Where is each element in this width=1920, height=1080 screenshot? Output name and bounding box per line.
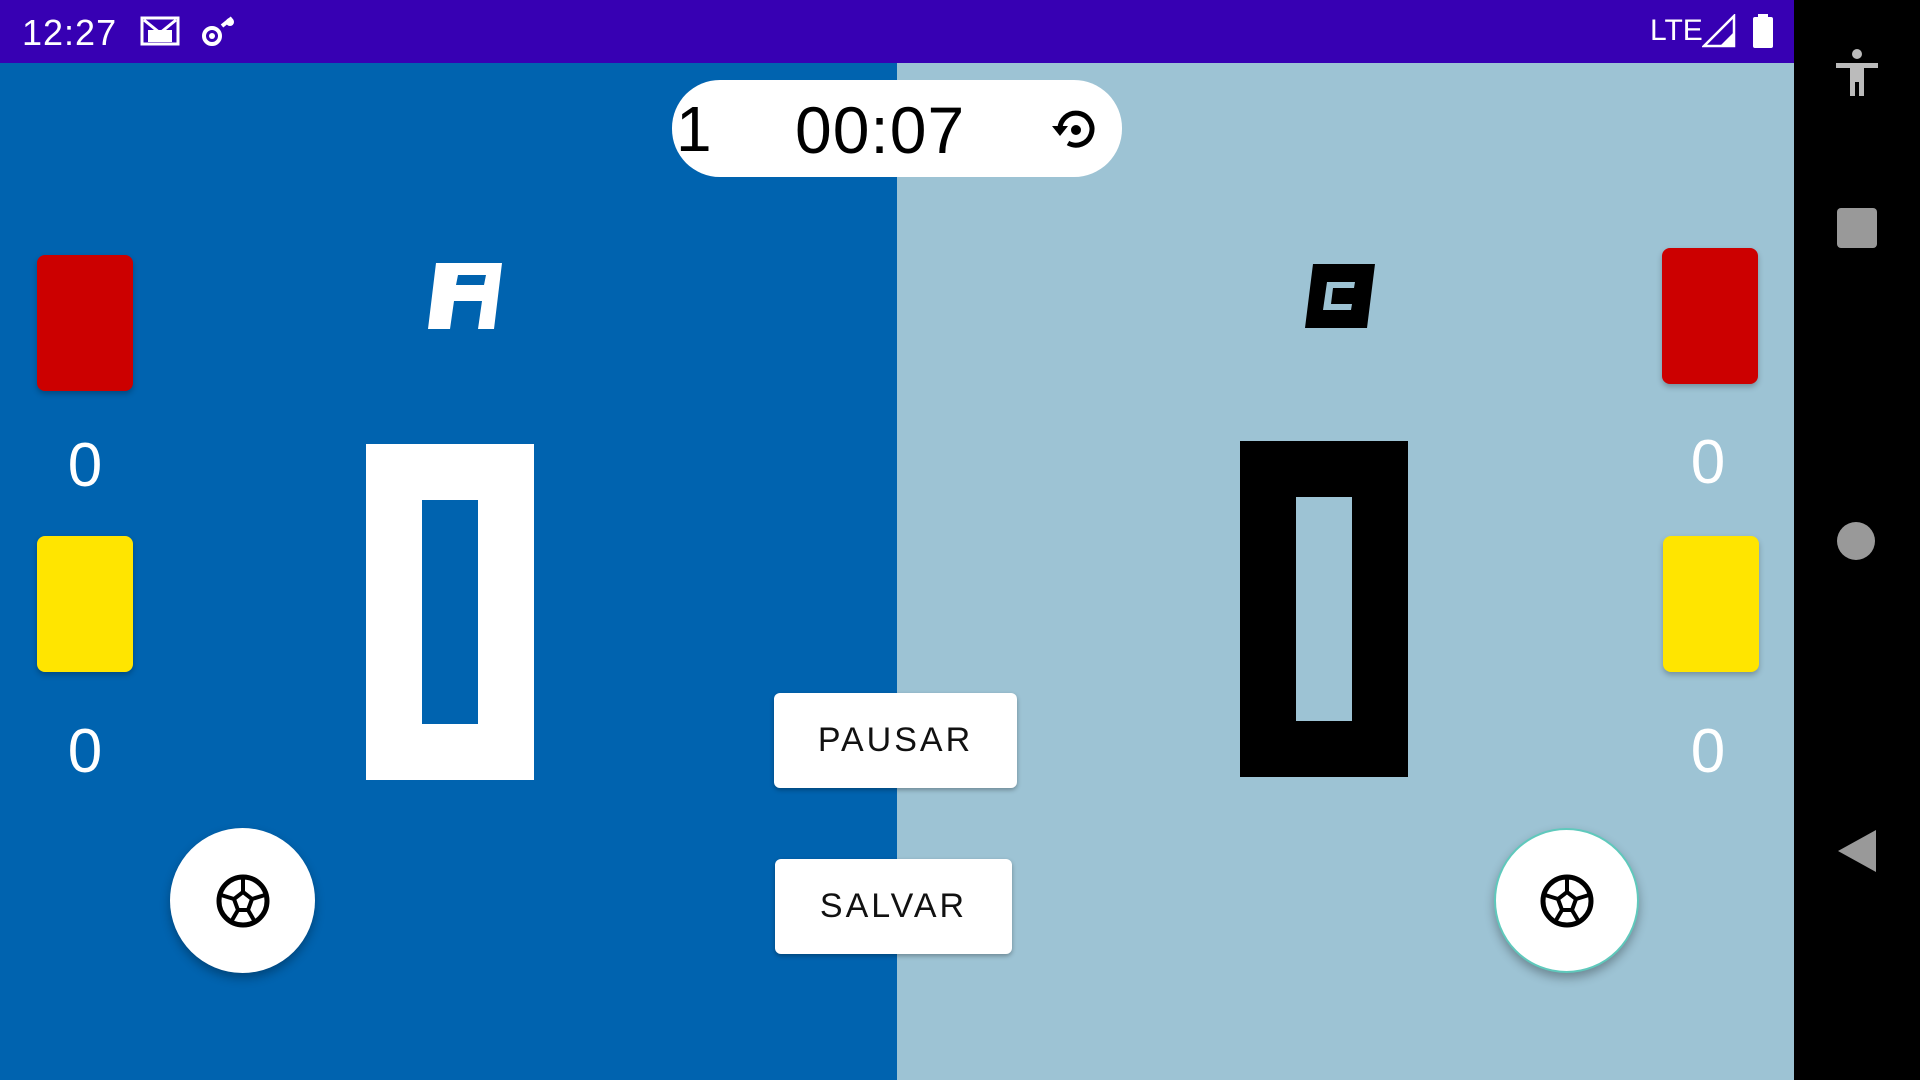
- restart-icon[interactable]: [1048, 102, 1104, 158]
- recents-icon[interactable]: [1837, 208, 1877, 248]
- right-yellow-card-count: 0: [1690, 717, 1726, 786]
- signal-icon: [1702, 14, 1736, 48]
- left-goal-button[interactable]: [170, 828, 315, 973]
- right-red-card-button[interactable]: [1662, 248, 1758, 384]
- right-yellow-card-button[interactable]: [1663, 536, 1759, 672]
- back-icon[interactable]: [1836, 828, 1878, 874]
- navigation-bar: [1794, 0, 1920, 1080]
- battery-icon: [1753, 14, 1773, 48]
- team-right-score[interactable]: [1240, 441, 1408, 777]
- save-button[interactable]: SALVAR: [775, 859, 1012, 954]
- status-time: 12:27: [22, 12, 118, 53]
- home-icon[interactable]: [1837, 522, 1875, 560]
- right-red-card-count: 0: [1690, 428, 1726, 497]
- settings-sync-icon: [202, 16, 234, 46]
- match-clock[interactable]: 00:07: [795, 92, 965, 168]
- status-bar: 12:27 LTE: [0, 0, 1794, 63]
- right-goal-button[interactable]: [1494, 828, 1639, 973]
- left-red-card-count: 0: [67, 431, 103, 500]
- network-type: LTE: [1650, 14, 1703, 47]
- team-right-logo: [1305, 264, 1375, 328]
- team-left-logo: [428, 263, 502, 329]
- left-yellow-card-button[interactable]: [37, 536, 133, 672]
- left-red-card-button[interactable]: [37, 255, 133, 391]
- soccer-ball-icon: [216, 874, 269, 927]
- pause-button[interactable]: PAUSAR: [774, 693, 1017, 788]
- accessibility-icon[interactable]: [1834, 48, 1880, 98]
- left-yellow-card-count: 0: [67, 717, 103, 786]
- team-left-score[interactable]: [366, 444, 534, 780]
- soccer-ball-icon: [1540, 874, 1593, 927]
- period-number: 1: [676, 93, 712, 165]
- gmail-icon: [140, 16, 180, 46]
